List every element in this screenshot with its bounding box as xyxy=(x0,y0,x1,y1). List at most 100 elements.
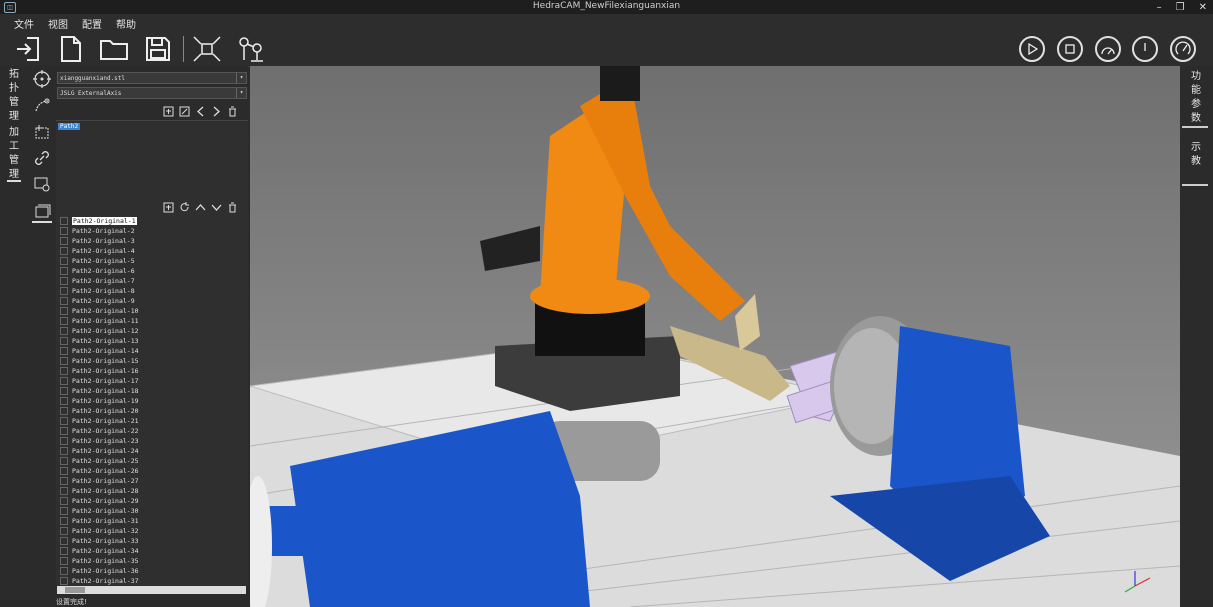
list-item[interactable]: Path2-Original-11 xyxy=(56,316,248,326)
checkbox-icon[interactable] xyxy=(60,487,68,495)
checkbox-icon[interactable] xyxy=(60,367,68,375)
edit-path-icon[interactable] xyxy=(178,105,190,117)
tab-topology[interactable]: 拓扑管理 xyxy=(7,68,21,122)
list-item[interactable]: Path2-Original-31 xyxy=(56,516,248,526)
axis-select[interactable]: JSLG ExternalAxis ▾ xyxy=(57,87,247,99)
play-icon[interactable] xyxy=(1019,36,1045,62)
checkbox-icon[interactable] xyxy=(60,277,68,285)
checkbox-icon[interactable] xyxy=(60,257,68,265)
layers-icon[interactable] xyxy=(32,201,52,223)
add-path-icon[interactable] xyxy=(162,105,174,117)
checkbox-icon[interactable] xyxy=(60,357,68,365)
path-item-selected[interactable]: Path2 xyxy=(58,123,81,130)
add-segment-icon[interactable] xyxy=(162,201,174,213)
list-item[interactable]: Path2-Original-19 xyxy=(56,396,248,406)
fit-view-icon[interactable] xyxy=(192,34,222,64)
checkbox-icon[interactable] xyxy=(60,397,68,405)
list-item[interactable]: Path2-Original-26 xyxy=(56,466,248,476)
menu-view[interactable]: 视图 xyxy=(48,16,68,31)
list-item[interactable]: Path2-Original-29 xyxy=(56,496,248,506)
dashboard-icon[interactable] xyxy=(1170,36,1196,62)
select-curve-icon[interactable] xyxy=(32,96,52,116)
clock-icon[interactable] xyxy=(1132,36,1158,62)
list-item[interactable]: Path2-Original-17 xyxy=(56,376,248,386)
chevron-down-icon[interactable]: ▾ xyxy=(236,73,246,83)
checkbox-icon[interactable] xyxy=(60,237,68,245)
tab-process[interactable]: 加工管理 xyxy=(7,126,21,182)
list-item[interactable]: Path2-Original-8 xyxy=(56,286,248,296)
checkbox-icon[interactable] xyxy=(60,287,68,295)
save-icon[interactable] xyxy=(143,34,173,64)
checkbox-icon[interactable] xyxy=(60,317,68,325)
close-icon[interactable]: ✕ xyxy=(1199,2,1207,13)
list-item[interactable]: Path2-Original-2 xyxy=(56,226,248,236)
checkbox-icon[interactable] xyxy=(60,217,68,225)
checkbox-icon[interactable] xyxy=(60,497,68,505)
list-item[interactable]: Path2-Original-7 xyxy=(56,276,248,286)
list-item[interactable]: Path2-Original-28 xyxy=(56,486,248,496)
list-item[interactable]: Path2-Original-20 xyxy=(56,406,248,416)
refresh-icon[interactable] xyxy=(178,201,190,213)
checkbox-icon[interactable] xyxy=(60,417,68,425)
prev-icon[interactable] xyxy=(194,105,206,117)
restore-icon[interactable]: ❐ xyxy=(1176,2,1185,13)
move-up-icon[interactable] xyxy=(194,201,206,213)
checkbox-icon[interactable] xyxy=(60,227,68,235)
delete-icon[interactable] xyxy=(226,105,238,117)
list-item[interactable]: Path2-Original-34 xyxy=(56,546,248,556)
target-icon[interactable] xyxy=(32,69,52,89)
checkbox-icon[interactable] xyxy=(60,547,68,555)
checkbox-icon[interactable] xyxy=(60,537,68,545)
list-item[interactable]: Path2-Original-5 xyxy=(56,256,248,266)
tab-function-params[interactable]: 功能参数 xyxy=(1189,70,1203,126)
next-icon[interactable] xyxy=(210,105,222,117)
checkbox-icon[interactable] xyxy=(60,437,68,445)
checkbox-icon[interactable] xyxy=(60,267,68,275)
checkbox-icon[interactable] xyxy=(60,517,68,525)
checkbox-icon[interactable] xyxy=(60,297,68,305)
list-item[interactable]: Path2-Original-22 xyxy=(56,426,248,436)
checkbox-icon[interactable] xyxy=(60,407,68,415)
speed-gauge-icon[interactable] xyxy=(1095,36,1121,62)
checkbox-icon[interactable] xyxy=(60,447,68,455)
select-edge-icon[interactable] xyxy=(32,122,52,142)
new-file-icon[interactable] xyxy=(56,34,86,64)
list-item[interactable]: Path2-Original-36 xyxy=(56,566,248,576)
list-item[interactable]: Path2-Original-32 xyxy=(56,526,248,536)
list-item[interactable]: Path2-Original-14 xyxy=(56,346,248,356)
checkbox-icon[interactable] xyxy=(60,567,68,575)
delete-segment-icon[interactable] xyxy=(226,201,238,213)
checkbox-icon[interactable] xyxy=(60,387,68,395)
checkbox-icon[interactable] xyxy=(60,527,68,535)
list-item[interactable]: Path2-Original-3 xyxy=(56,236,248,246)
list-item[interactable]: Path2-Original-24 xyxy=(56,446,248,456)
checkbox-icon[interactable] xyxy=(60,477,68,485)
list-item[interactable]: Path2-Original-33 xyxy=(56,536,248,546)
list-item[interactable]: Path2-Original-30 xyxy=(56,506,248,516)
checkbox-icon[interactable] xyxy=(60,557,68,565)
checkbox-icon[interactable] xyxy=(60,377,68,385)
menu-config[interactable]: 配置 xyxy=(82,16,102,31)
list-item[interactable]: Path2-Original-37 xyxy=(56,576,248,586)
list-item[interactable]: Path2-Original-1 xyxy=(56,216,248,226)
checkbox-icon[interactable] xyxy=(60,337,68,345)
checkbox-icon[interactable] xyxy=(60,307,68,315)
tab-teach[interactable]: 示教 xyxy=(1189,141,1203,171)
list-item[interactable]: Path2-Original-10 xyxy=(56,306,248,316)
list-item[interactable]: Path2-Original-12 xyxy=(56,326,248,336)
checkbox-icon[interactable] xyxy=(60,347,68,355)
path-settings-icon[interactable] xyxy=(32,174,52,194)
checkbox-icon[interactable] xyxy=(60,457,68,465)
list-item[interactable]: Path2-Original-18 xyxy=(56,386,248,396)
list-item[interactable]: Path2-Original-6 xyxy=(56,266,248,276)
robot-teach-icon[interactable] xyxy=(236,34,266,64)
menu-file[interactable]: 文件 xyxy=(14,16,34,31)
list-item[interactable]: Path2-Original-27 xyxy=(56,476,248,486)
menu-help[interactable]: 帮助 xyxy=(116,16,136,31)
list-item[interactable]: Path2-Original-23 xyxy=(56,436,248,446)
list-item[interactable]: Path2-Original-25 xyxy=(56,456,248,466)
list-item[interactable]: Path2-Original-21 xyxy=(56,416,248,426)
checkbox-icon[interactable] xyxy=(60,507,68,515)
horizontal-scrollbar[interactable] xyxy=(57,586,246,594)
chevron-down-icon[interactable]: ▾ xyxy=(236,88,246,98)
